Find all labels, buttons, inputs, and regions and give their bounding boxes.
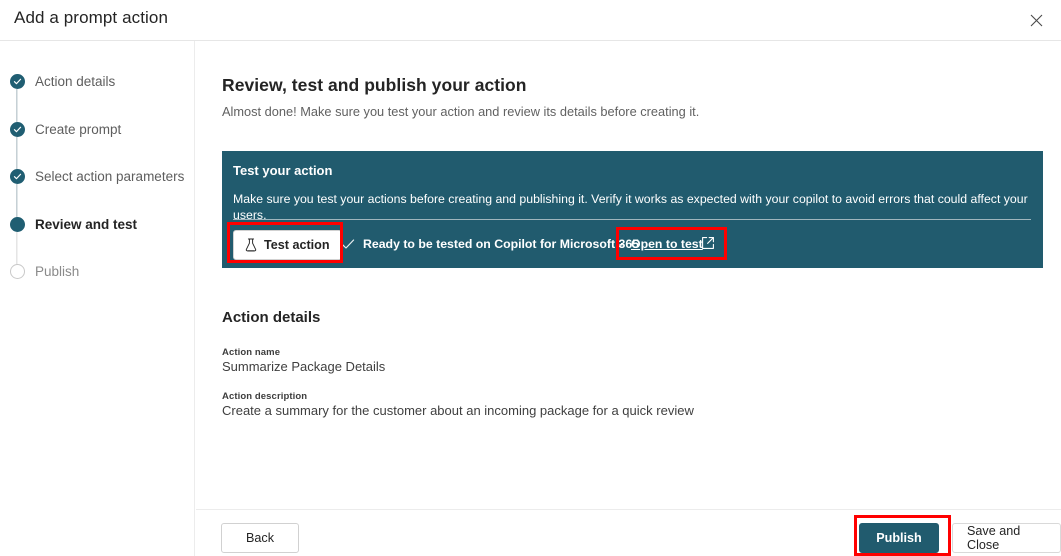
wizard-step-list: Action details Create prompt: [8, 74, 193, 312]
sidebar-step-label: Review and test: [35, 217, 137, 232]
step-circle-current-icon: [10, 217, 25, 232]
test-status-separator: -: [619, 237, 623, 251]
sidebar-step-label: Create prompt: [35, 122, 121, 137]
action-name-value: Summarize Package Details: [222, 359, 385, 374]
close-button[interactable]: [1019, 4, 1053, 36]
step-circle-done-icon: [10, 169, 25, 184]
step-marker: [8, 217, 26, 232]
action-details-heading: Action details: [222, 309, 320, 326]
main-content: Review, test and publish your action Alm…: [196, 41, 1061, 509]
test-your-action-panel: Test your action Make sure you test your…: [222, 151, 1043, 268]
step-connector: [16, 232, 17, 265]
dialog-header: Add a prompt action: [0, 0, 1061, 41]
sidebar-step-label: Action details: [35, 74, 115, 89]
step-circle-todo-icon: [10, 264, 25, 279]
page-title: Review, test and publish your action: [222, 75, 527, 96]
sidebar-step-label: Publish: [35, 264, 79, 279]
page-subtitle: Almost done! Make sure you test your act…: [222, 104, 699, 119]
step-connector: [16, 89, 17, 122]
step-marker: [8, 74, 26, 89]
action-description-label: Action description: [222, 391, 307, 402]
save-and-close-button[interactable]: Save and Close: [952, 523, 1061, 553]
sidebar-step-select-action-parameters[interactable]: Select action parameters: [8, 169, 193, 217]
checkmark-icon: [340, 236, 356, 252]
flask-icon: [245, 238, 257, 252]
sidebar-step-create-prompt[interactable]: Create prompt: [8, 122, 193, 170]
back-button[interactable]: Back: [221, 523, 299, 553]
open-to-test-link[interactable]: Open to test: [631, 237, 703, 251]
sidebar-step-publish[interactable]: Publish: [8, 264, 193, 312]
action-description-value: Create a summary for the customer about …: [222, 403, 694, 418]
test-action-button[interactable]: Test action: [233, 230, 342, 260]
test-status-text: Ready to be tested on Copilot for Micros…: [363, 237, 639, 251]
sidebar-step-action-details[interactable]: Action details: [8, 74, 193, 122]
close-icon: [1030, 14, 1043, 27]
dialog-title: Add a prompt action: [14, 8, 168, 28]
dialog-footer: Back Publish Save and Close: [196, 509, 1061, 556]
step-marker: [8, 122, 26, 137]
publish-button[interactable]: Publish: [859, 523, 939, 553]
open-in-new-icon[interactable]: [701, 236, 715, 250]
sidebar-step-review-and-test[interactable]: Review and test: [8, 217, 193, 265]
sidebar-step-label: Select action parameters: [35, 169, 184, 184]
test-action-button-label: Test action: [264, 238, 330, 252]
wizard-rail: Action details Create prompt: [0, 41, 195, 556]
test-action-row: Test action Ready to be tested on Copilo…: [222, 225, 1043, 267]
step-circle-done-icon: [10, 74, 25, 89]
step-connector: [16, 137, 17, 170]
action-name-label: Action name: [222, 347, 280, 358]
step-marker: [8, 264, 26, 279]
test-panel-divider: [233, 219, 1031, 220]
test-panel-title: Test your action: [233, 163, 332, 178]
step-circle-done-icon: [10, 122, 25, 137]
step-marker: [8, 169, 26, 184]
step-connector: [16, 184, 17, 217]
